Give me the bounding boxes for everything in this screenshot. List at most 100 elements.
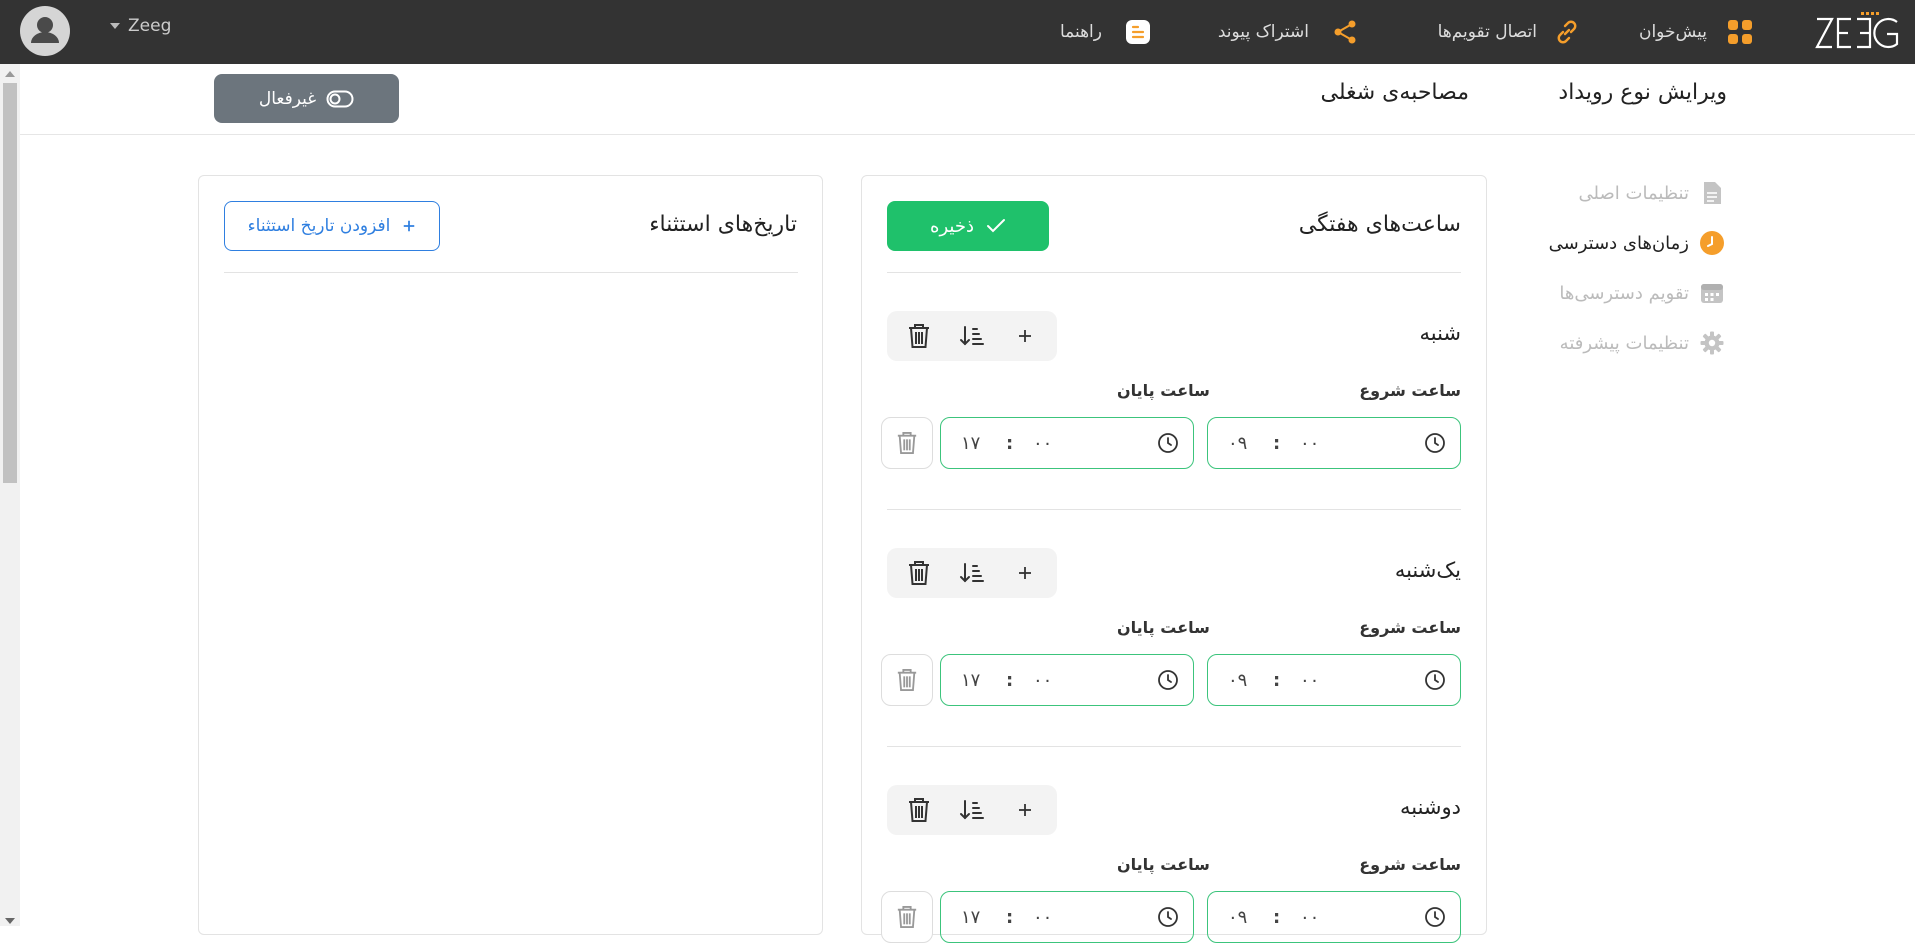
nav-connect-calendars[interactable]: اتصال تقویم‌ها <box>1438 0 1581 64</box>
plus-icon <box>1018 567 1031 579</box>
minute-value: ۰۰ <box>1033 432 1053 454</box>
clock-icon <box>1425 433 1445 453</box>
user-menu[interactable]: Zeeg <box>110 0 171 52</box>
delete-interval-button[interactable] <box>881 417 933 469</box>
divider <box>887 272 1461 273</box>
time-separator: : <box>1006 906 1014 928</box>
minute-value: ۰۰ <box>1300 432 1320 454</box>
page-title: ویرایش نوع رویداد <box>1558 80 1727 105</box>
clock-icon <box>1158 670 1178 690</box>
user-icon <box>31 17 59 43</box>
hour-value: ۱۷ <box>961 906 981 928</box>
scroll-down-arrow-icon[interactable] <box>5 918 15 924</box>
day-name: شنبه <box>1419 321 1461 345</box>
day-name: یک‌شنبه <box>1394 558 1461 582</box>
end-time-input[interactable]: ۱۷ : ۰۰ <box>940 417 1194 469</box>
start-time-label: ساعت شروع <box>1359 381 1461 400</box>
add-interval-button[interactable] <box>1008 319 1042 353</box>
delete-interval-button[interactable] <box>881 891 933 943</box>
delete-day-button[interactable] <box>902 556 936 590</box>
add-interval-button[interactable] <box>1008 793 1042 827</box>
sort-times-button[interactable] <box>955 556 989 590</box>
add-exception-date-button[interactable]: افزودن تاریخ استثناء <box>224 201 440 251</box>
sort-times-button[interactable] <box>955 319 989 353</box>
document-icon <box>1699 180 1725 206</box>
day-tools <box>887 548 1057 598</box>
minute-value: ۰۰ <box>1300 669 1320 691</box>
hour-value: ۰۹ <box>1228 432 1248 454</box>
day-tools <box>887 785 1057 835</box>
nav-help[interactable]: راهنما <box>1060 0 1152 64</box>
start-time-input[interactable]: ۰۹ : ۰۰ <box>1207 891 1461 943</box>
time-separator: : <box>1273 906 1281 928</box>
trash-icon <box>897 906 917 928</box>
add-exception-label: افزودن تاریخ استثناء <box>247 216 391 236</box>
link-icon <box>1557 20 1577 44</box>
day-tools <box>887 311 1057 361</box>
scroll-thumb[interactable] <box>3 83 17 483</box>
start-time-label: ساعت شروع <box>1359 855 1461 874</box>
save-button[interactable]: ذخیره <box>887 201 1049 251</box>
zeeg-logo[interactable] <box>1815 10 1901 54</box>
share-icon <box>1334 20 1356 44</box>
time-separator: : <box>1273 669 1281 691</box>
inactive-toggle-button[interactable]: غیرفعال <box>214 74 399 123</box>
save-label: ذخیره <box>930 215 974 237</box>
gear-icon <box>1699 330 1725 356</box>
end-time-label: ساعت پایان <box>1117 618 1210 637</box>
avatar[interactable] <box>20 6 70 56</box>
sidebar-item-availability[interactable]: زمان‌های دسترسی <box>1525 218 1725 268</box>
page-scrollbar[interactable] <box>0 64 20 926</box>
end-time-input[interactable]: ۱۷ : ۰۰ <box>940 891 1194 943</box>
inactive-label: غیرفعال <box>258 88 317 109</box>
top-navbar: پیش‌خوان اتصال تقویم‌ها اشتراک پیوند راه… <box>0 0 1915 64</box>
weekly-hours-card: ساعت‌های هفتگی ذخیره شنبه ساعت شروع ساعت… <box>861 175 1487 943</box>
hour-value: ۰۹ <box>1228 906 1248 928</box>
end-time-label: ساعت پایان <box>1117 381 1210 400</box>
exception-dates-title: تاریخ‌های استثناء <box>649 212 797 237</box>
start-time-input[interactable]: ۰۹ : ۰۰ <box>1207 654 1461 706</box>
divider <box>887 509 1461 510</box>
sidebar-item-label: زمان‌های دسترسی <box>1548 232 1689 254</box>
nav-connect-calendars-label: اتصال تقویم‌ها <box>1437 22 1537 42</box>
plus-icon <box>404 220 415 232</box>
trash-icon <box>909 561 930 585</box>
username: Zeeg <box>128 16 172 36</box>
exception-dates-card: تاریخ‌های استثناء افزودن تاریخ استثناء <box>198 175 823 935</box>
sort-icon <box>959 563 984 583</box>
add-interval-button[interactable] <box>1008 556 1042 590</box>
start-time-input[interactable]: ۰۹ : ۰۰ <box>1207 417 1461 469</box>
nav-help-label: راهنما <box>1059 22 1102 42</box>
sidebar-item-label: تنظیمات پیشرفته <box>1559 332 1689 354</box>
sidebar-item-availability-calendars[interactable]: تقویم دسترسی‌ها <box>1525 268 1725 318</box>
minute-value: ۰۰ <box>1033 906 1053 928</box>
help-doc-icon <box>1126 20 1150 44</box>
nav-dashboard[interactable]: پیش‌خوان <box>1639 0 1753 64</box>
clock-icon <box>1158 907 1178 927</box>
scroll-up-arrow-icon[interactable] <box>5 71 15 77</box>
caret-down-icon <box>110 23 120 29</box>
nav-share-link-label: اشتراک پیوند <box>1217 22 1309 42</box>
hour-value: ۱۷ <box>961 432 981 454</box>
event-name: مصاحبه‌ی شغلی <box>1320 80 1469 105</box>
delete-day-button[interactable] <box>902 793 936 827</box>
clock-icon <box>1425 670 1445 690</box>
trash-icon <box>909 324 930 348</box>
nav-dashboard-label: پیش‌خوان <box>1638 22 1707 42</box>
day-name: دوشنبه <box>1399 795 1461 819</box>
sort-times-button[interactable] <box>955 793 989 827</box>
delete-day-button[interactable] <box>902 319 936 353</box>
sidebar-item-main-settings[interactable]: تنظیمات اصلی <box>1525 168 1725 218</box>
minute-value: ۰۰ <box>1033 669 1053 691</box>
toggle-icon <box>326 90 354 107</box>
sort-icon <box>959 326 984 346</box>
sidebar-item-label: تنظیمات اصلی <box>1578 182 1689 204</box>
divider <box>224 272 798 273</box>
settings-sidebar: تنظیمات اصلی زمان‌های دسترسی تقویم دسترس… <box>1525 168 1725 368</box>
end-time-input[interactable]: ۱۷ : ۰۰ <box>940 654 1194 706</box>
delete-interval-button[interactable] <box>881 654 933 706</box>
nav-share-link[interactable]: اشتراک پیوند <box>1218 0 1359 64</box>
trash-icon <box>897 432 917 454</box>
sidebar-item-advanced-settings[interactable]: تنظیمات پیشرفته <box>1525 318 1725 368</box>
grid-icon <box>1728 20 1752 44</box>
